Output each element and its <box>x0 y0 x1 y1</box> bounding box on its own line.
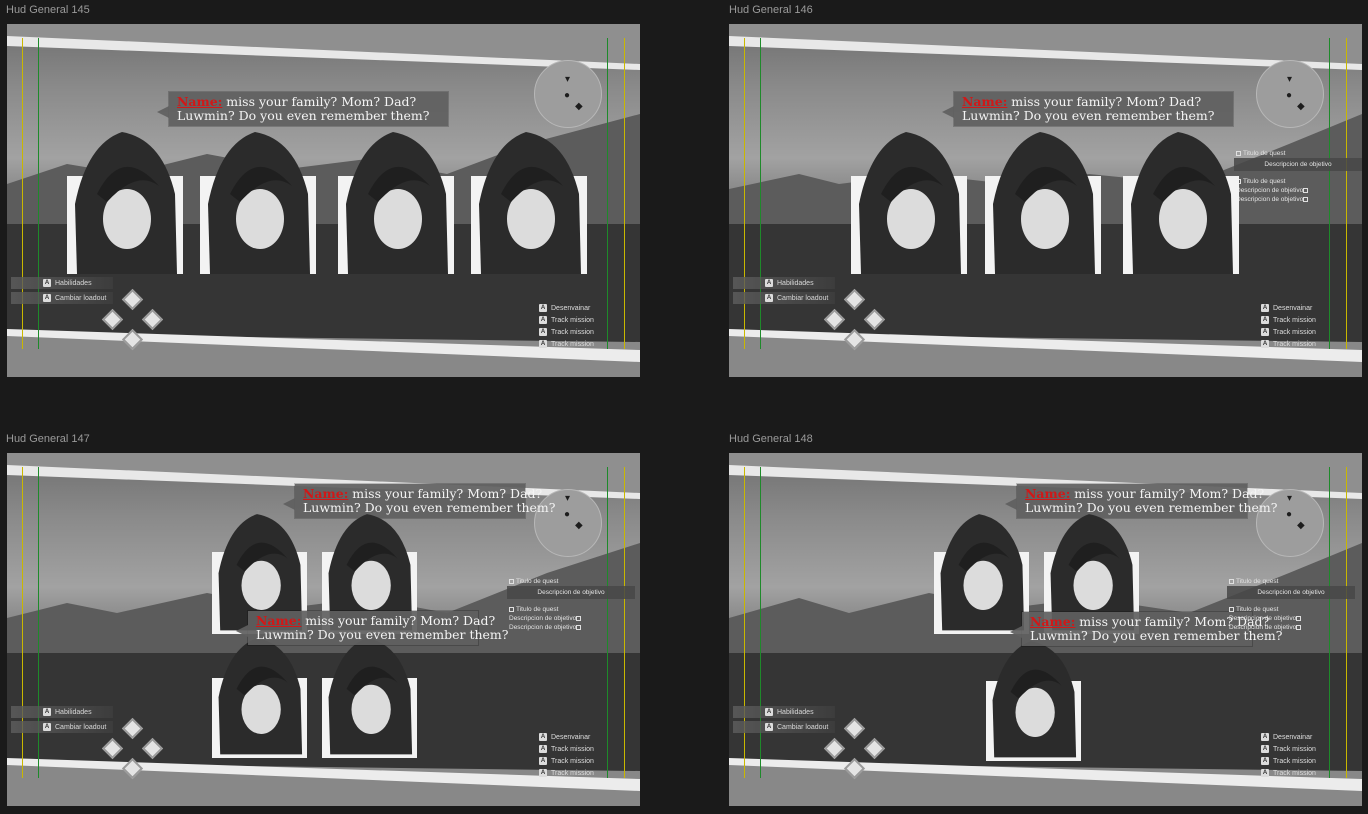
track-mission-action[interactable]: A Track mission <box>1261 326 1316 338</box>
action-list: A Desenvainar A Track mission A Track missi… <box>1261 731 1316 779</box>
action-list: A Desenvainar A Track mission A Track missi… <box>1261 302 1316 350</box>
dpad-icon <box>101 288 165 354</box>
track-mission-action[interactable]: A Track mission <box>539 743 594 755</box>
hud-frame-145[interactable]: ▾ ● ◆ Name: miss your family? Mom? Dad? … <box>7 24 640 377</box>
minimap[interactable]: ▾ ● ◆ <box>1256 60 1324 128</box>
dialogue-box: Name: miss your family? Mom? Dad? Luwmin… <box>157 92 448 126</box>
dpad-icon <box>101 717 165 783</box>
character-portrait <box>985 132 1101 274</box>
character-portrait <box>934 514 1029 634</box>
track-mission-action[interactable]: A Track mission <box>1261 743 1316 755</box>
character-portrait <box>338 132 454 274</box>
track-mission-action[interactable]: A Track mission <box>1261 314 1316 326</box>
quest-panel: Titulo de quest Descripcion de objetivo … <box>507 577 635 632</box>
dialogue-box: Name: miss your family? Mom? Dad? Luwmin… <box>942 92 1233 126</box>
track-mission-action[interactable]: A Track mission <box>539 338 594 350</box>
dialogue-line-2: Luwmin? Do you even remember them? <box>177 108 430 123</box>
dialogue-line-1: miss your family? Mom? Dad? <box>222 94 417 109</box>
action-list: A Desenvainar A Track mission A Track missi… <box>539 302 594 350</box>
hud-frame-146[interactable]: ▾ ● ◆ Name: miss your family? Mom? Dad? … <box>729 24 1362 377</box>
hud-frame-147[interactable]: ▾ ● ◆ Name: miss your family? Mom? Dad? … <box>7 453 640 806</box>
unsheathe-action[interactable]: A Desenvainar <box>1261 731 1316 743</box>
change-loadout-button[interactable]: A Cambiar loadout <box>733 292 835 304</box>
action-list: A Desenvainar A Track mission A Track missi… <box>539 731 594 779</box>
dpad-icon <box>823 288 887 354</box>
frame-label: Hud General 147 <box>6 433 90 445</box>
frame-label: Hud General 146 <box>729 4 813 16</box>
unsheathe-action[interactable]: A Desenvainar <box>539 302 594 314</box>
quest-panel: Titulo de quest Descripcion de objetivo … <box>1234 149 1362 204</box>
character-portrait <box>851 132 967 274</box>
minimap[interactable]: ▾ ● ◆ <box>534 60 602 128</box>
track-mission-action[interactable]: A Track mission <box>1261 338 1316 350</box>
change-loadout-button[interactable]: A Cambiar loadout <box>11 721 113 733</box>
track-mission-action[interactable]: A Track mission <box>539 767 594 779</box>
change-loadout-button[interactable]: A Cambiar loadout <box>733 721 835 733</box>
dpad-icon <box>823 717 887 783</box>
skills-button[interactable]: A Habilidades <box>11 706 113 718</box>
speaker-name: Name: <box>177 94 223 109</box>
character-portrait <box>67 132 183 274</box>
character-portrait <box>471 132 587 274</box>
skills-button[interactable]: A Habilidades <box>733 706 835 718</box>
character-portrait <box>986 641 1081 761</box>
speaker-name: Name: <box>962 94 1008 109</box>
skills-button[interactable]: A Habilidades <box>733 277 835 289</box>
character-portrait <box>322 638 417 758</box>
character-portrait <box>1123 132 1239 274</box>
character-portrait <box>200 132 316 274</box>
unsheathe-action[interactable]: A Desenvainar <box>1261 302 1316 314</box>
track-mission-action[interactable]: A Track mission <box>1261 767 1316 779</box>
change-loadout-button[interactable]: A Cambiar loadout <box>11 292 113 304</box>
skills-button[interactable]: A Habilidades <box>11 277 113 289</box>
quest-panel: Titulo de quest Descripcion de objetivo … <box>1227 577 1355 632</box>
hud-frame-148[interactable]: ▾ ● ◆ Name: miss your family? Mom? Dad? … <box>729 453 1362 806</box>
dialogue-box: Name: miss your family? Mom? Dad? Luwmin… <box>236 611 509 645</box>
track-mission-action[interactable]: A Track mission <box>539 326 594 338</box>
track-mission-action[interactable]: A Track mission <box>539 314 594 326</box>
track-mission-action[interactable]: A Track mission <box>1261 755 1316 767</box>
track-mission-action[interactable]: A Track mission <box>539 755 594 767</box>
character-portrait <box>212 638 307 758</box>
unsheathe-action[interactable]: A Desenvainar <box>539 731 594 743</box>
dialogue-box: Name: miss your family? Mom? Dad? Luwmin… <box>1010 612 1283 646</box>
frame-label: Hud General 145 <box>6 4 90 16</box>
frame-label: Hud General 148 <box>729 433 813 445</box>
